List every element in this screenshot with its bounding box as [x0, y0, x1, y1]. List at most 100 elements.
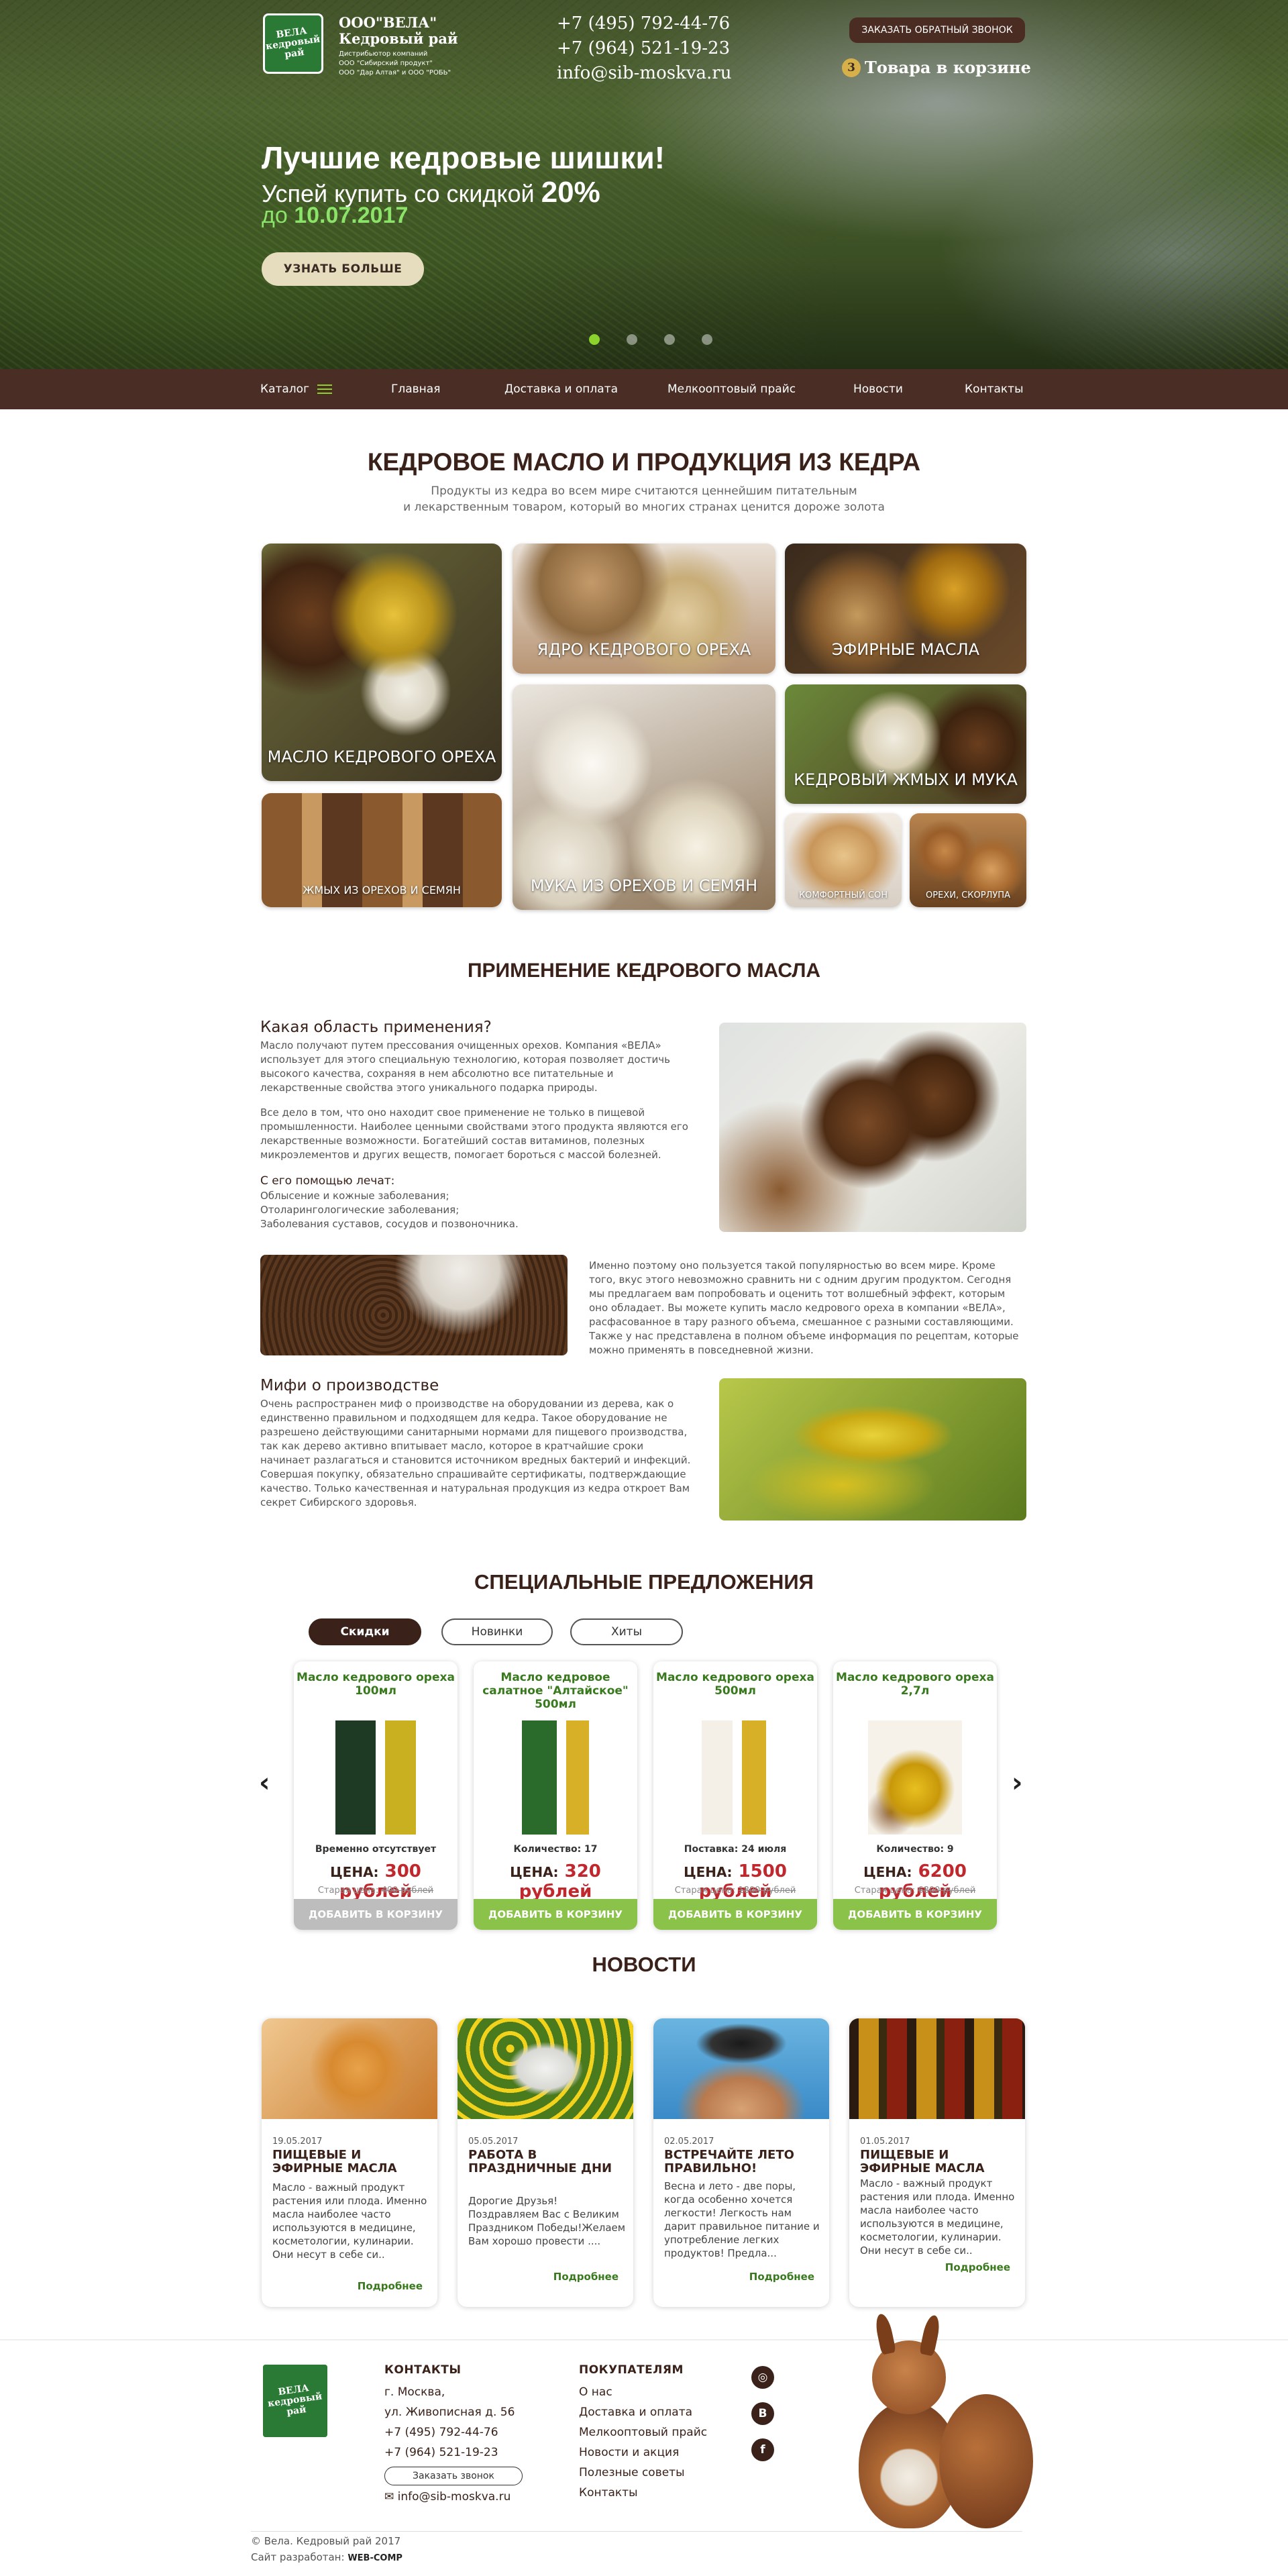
nav-item-price[interactable]: Мелкооптовый прайс — [667, 369, 796, 409]
footer-callback-button[interactable]: Заказать звонок — [384, 2467, 523, 2485]
developer-link[interactable]: WEB-COMP — [347, 2553, 402, 2563]
news-more-link[interactable]: Подробнее — [749, 2271, 814, 2283]
news-image[interactable] — [653, 2018, 829, 2119]
treat-list: Облысение и кожные заболевания; Отоларин… — [260, 1189, 696, 1231]
callback-button[interactable]: ЗАКАЗАТЬ ОБРАТНЫЙ ЗВОНОК — [849, 17, 1025, 43]
category-tile-nut-flour[interactable]: МУКА ИЗ ОРЕХОВ И СЕМЯН — [513, 684, 775, 910]
old-price-label: Старая цена: — [317, 1886, 379, 1896]
next-arrow-icon[interactable]: › — [1012, 1767, 1022, 1798]
header-phone-2[interactable]: +7 (964) 521-19-23 — [557, 37, 730, 60]
product-image[interactable] — [329, 1720, 423, 1835]
news-title-link[interactable]: РАБОТА В ПРАЗДНИЧНЫЕ ДНИ — [468, 2149, 626, 2175]
category-label: ЯДРО КЕДРОВОГО ОРЕХА — [537, 640, 751, 659]
footer-email[interactable]: ✉ info@sib-moskva.ru — [384, 2487, 511, 2507]
prev-arrow-icon[interactable]: ‹ — [259, 1767, 270, 1798]
product-image[interactable] — [688, 1720, 782, 1835]
news-title-link[interactable]: ПИЩЕВЫЕ И ЭФИРНЫЕ МАСЛА — [860, 2149, 1018, 2175]
category-label: КЕДРОВЫЙ ЖМЫХ И МУКА — [794, 770, 1018, 789]
news-more-link[interactable]: Подробнее — [358, 2280, 423, 2292]
footer-link-tips[interactable]: Полезные советы — [579, 2463, 685, 2483]
usage-question-2: Мифи о производстве — [260, 1377, 439, 1394]
offers-title: СПЕЦИАЛЬНЫЕ ПРЕДЛОЖЕНИЯ — [474, 1570, 814, 1594]
usage-paragraph-1: Масло получают путем прессования очищенн… — [260, 1039, 671, 1094]
nav-item-news[interactable]: Новости — [853, 369, 903, 409]
product-image[interactable] — [508, 1720, 602, 1835]
footer-link-price[interactable]: Мелкооптовый прайс — [579, 2422, 707, 2442]
header-email[interactable]: info@sib-moskva.ru — [557, 62, 731, 85]
footer-link-about[interactable]: О нас — [579, 2382, 612, 2402]
usage-paragraph-4: Очень распространен миф о производстве н… — [260, 1398, 691, 1508]
footer-email-text: info@sib-moskva.ru — [397, 2490, 511, 2504]
tab-hits[interactable]: Хиты — [570, 1618, 683, 1645]
news-image[interactable] — [458, 2018, 633, 2119]
product-image[interactable] — [868, 1720, 962, 1835]
brand-subtitle: Кедровый рай — [339, 30, 458, 47]
product-title[interactable]: Масло кедровое салатное "Алтайское" 500м… — [474, 1671, 637, 1711]
facebook-icon[interactable]: f — [751, 2438, 774, 2461]
copyright: © Вела. Кедровый рай 2017 — [251, 2535, 401, 2547]
product-price: ЦЕНА: 6200 рублей — [833, 1861, 997, 1902]
footer-phone-1[interactable]: +7 (495) 792-44-76 — [384, 2422, 498, 2442]
old-price-label: Старая цена: — [854, 1886, 916, 1896]
learn-more-button[interactable]: УЗНАТЬ БОЛЬШЕ — [262, 252, 424, 286]
nuts-photo — [260, 1255, 568, 1355]
category-label: ОРЕХИ, СКОРЛУПА — [926, 890, 1010, 900]
news-title-link[interactable]: ВСТРЕЧАЙТЕ ЛЕТО ПРАВИЛЬНО! — [664, 2149, 822, 2175]
category-tile-cedar-oil[interactable]: МАСЛО КЕДРОВОГО ОРЕХА — [262, 544, 502, 781]
slider-dot[interactable] — [589, 334, 600, 345]
instagram-icon[interactable]: ◎ — [751, 2366, 774, 2389]
news-date: 01.05.2017 — [860, 2136, 910, 2147]
cart-link[interactable]: 3 Товара в корзине — [842, 58, 1031, 77]
product-card: Масло кедровое салатное "Алтайское" 500м… — [474, 1661, 637, 1930]
hero-title: Лучшие кедровые шишки! — [262, 140, 665, 175]
header-phone-1[interactable]: +7 (495) 792-44-76 — [557, 12, 730, 35]
product-title[interactable]: Масло кедрового ореха 2,7л — [833, 1671, 997, 1698]
tab-discounts[interactable]: Скидки — [309, 1618, 421, 1645]
hero-date: до 10.07.2017 — [262, 203, 408, 229]
category-tile-kernel[interactable]: ЯДРО КЕДРОВОГО ОРЕХА — [513, 544, 775, 674]
brand-title: ООО"ВЕЛА" — [339, 14, 437, 31]
category-tile-cake-flour[interactable]: КЕДРОВЫЙ ЖМЫХ И МУКА — [785, 684, 1026, 804]
vk-icon[interactable]: В — [751, 2402, 774, 2425]
footer-divider — [0, 2339, 1288, 2340]
slider-dot[interactable] — [627, 334, 637, 345]
category-label: МУКА ИЗ ОРЕХОВ И СЕМЯН — [530, 876, 758, 895]
add-to-cart-button[interactable]: ДОБАВИТЬ В КОРЗИНУ — [474, 1899, 637, 1930]
category-tile-seed-cake[interactable]: ЖМЫХ ИЗ ОРЕХОВ И СЕМЯН — [262, 793, 502, 907]
product-title[interactable]: Масло кедрового ореха 500мл — [653, 1671, 817, 1698]
category-tile-essential-oils[interactable]: ЭФИРНЫЕ МАСЛА — [785, 544, 1026, 674]
price-label: ЦЕНА: — [684, 1864, 733, 1880]
old-price-value: 1800 рублей — [738, 1886, 796, 1896]
news-more-link[interactable]: Подробнее — [945, 2261, 1010, 2273]
slider-dot[interactable] — [702, 334, 712, 345]
logo[interactable]: ВЕЛА кедровый рай — [263, 13, 323, 74]
footer-link-news[interactable]: Новости и акция — [579, 2442, 679, 2463]
tab-new[interactable]: Новинки — [441, 1618, 553, 1645]
add-to-cart-button[interactable]: ДОБАВИТЬ В КОРЗИНУ — [294, 1899, 458, 1930]
cart-label: Товара в корзине — [865, 58, 1031, 77]
footer-logo[interactable]: ВЕЛА кедровый рай — [263, 2365, 327, 2437]
slider-dot[interactable] — [664, 334, 675, 345]
add-to-cart-button[interactable]: ДОБАВИТЬ В КОРЗИНУ — [833, 1899, 997, 1930]
news-text: Дорогие Друзья!Поздравляем Вас с Великим… — [468, 2195, 626, 2247]
product-price: ЦЕНА: 320 рублей — [474, 1861, 637, 1902]
brand-description: Дистрибьютор компаний ООО "Сибирский про… — [339, 50, 451, 78]
news-image[interactable] — [849, 2018, 1025, 2119]
nav-item-home[interactable]: Главная — [391, 369, 440, 409]
news-more-link[interactable]: Подробнее — [553, 2271, 619, 2283]
product-price: ЦЕНА: 300 рублей — [294, 1861, 458, 1902]
news-image[interactable] — [262, 2018, 437, 2119]
nav-catalog[interactable]: Каталог — [260, 369, 333, 409]
news-title-link[interactable]: ПИЩЕВЫЕ И ЭФИРНЫЕ МАСЛА — [272, 2149, 430, 2175]
add-to-cart-button[interactable]: ДОБАВИТЬ В КОРЗИНУ — [653, 1899, 817, 1930]
category-tile-sleep[interactable]: КОМФОРТНЫЙ СОН — [785, 813, 902, 907]
nav-item-contacts[interactable]: Контакты — [965, 369, 1024, 409]
nav-item-delivery[interactable]: Доставка и оплата — [504, 369, 618, 409]
footer-phone-2[interactable]: +7 (964) 521-19-23 — [384, 2442, 498, 2463]
product-title[interactable]: Масло кедрового ореха 100мл — [294, 1671, 458, 1698]
footer-city: г. Москва, — [384, 2385, 445, 2399]
product-card: Масло кедрового ореха 2,7л Количество: 9… — [833, 1661, 997, 1930]
footer-link-contacts[interactable]: Контакты — [579, 2483, 638, 2503]
category-tile-nuts[interactable]: ОРЕХИ, СКОРЛУПА — [910, 813, 1026, 907]
footer-link-delivery[interactable]: Доставка и оплата — [579, 2402, 692, 2422]
